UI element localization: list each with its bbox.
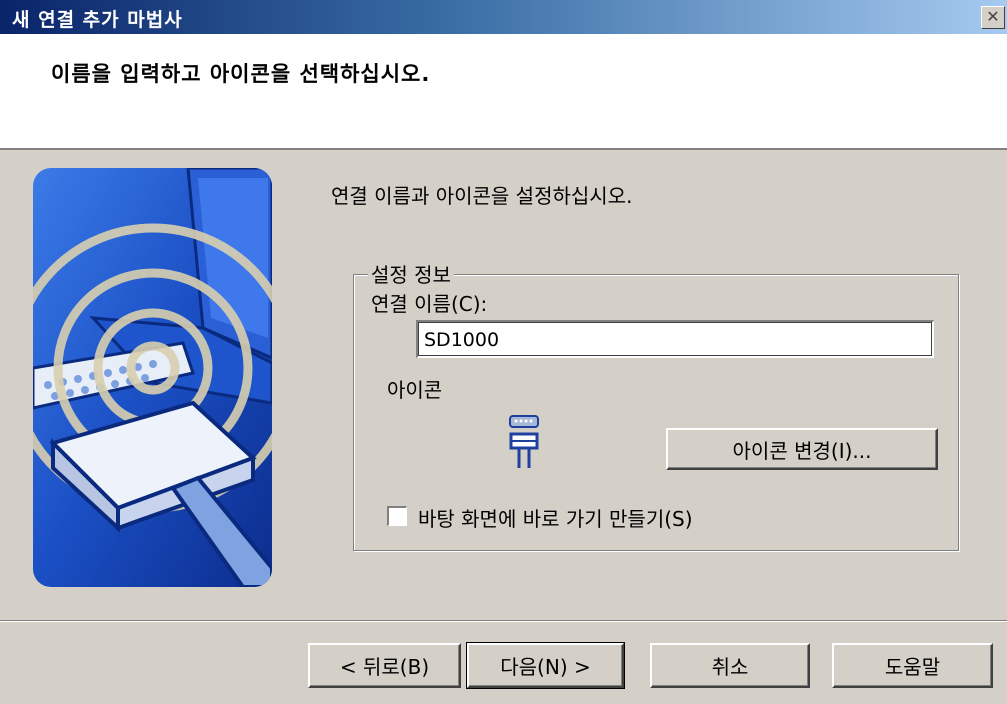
next-button[interactable]: 다음(N) >: [466, 642, 625, 689]
serial-connector-icon: [504, 414, 544, 470]
window-title: 새 연결 추가 마법사: [12, 9, 183, 31]
help-button-label: 도움말: [884, 655, 941, 679]
help-button[interactable]: 도움말: [832, 643, 993, 688]
title-bar[interactable]: 새 연결 추가 마법사 ✕: [0, 0, 1007, 34]
connection-name-input[interactable]: [416, 320, 934, 358]
back-button-label: < 뒤로(B): [339, 655, 430, 679]
cancel-button-label: 취소: [711, 655, 749, 679]
wizard-window: 새 연결 추가 마법사 ✕ 이름을 입력하고 아이콘을 선택하십시오. 연결 이…: [0, 0, 1007, 704]
change-icon-button-label: 아이콘 변경(I)...: [732, 438, 872, 463]
next-button-label: 다음(N) >: [500, 655, 591, 679]
desktop-shortcut-checkbox[interactable]: [387, 506, 407, 526]
wizard-illustration: [33, 168, 272, 587]
instruction-text: 연결 이름과 아이콘을 설정하십시오.: [331, 184, 633, 208]
change-icon-button[interactable]: 아이콘 변경(I)...: [666, 428, 938, 470]
page-title: 이름을 입력하고 아이콘을 선택하십시오.: [51, 62, 431, 86]
settings-group-title: 설정 정보: [368, 259, 454, 288]
wizard-header: 이름을 입력하고 아이콘을 선택하십시오.: [0, 34, 1007, 150]
close-button[interactable]: ✕: [981, 6, 1005, 29]
icon-label: 아이콘: [387, 378, 443, 402]
footer-separator: [0, 620, 1007, 622]
desktop-shortcut-label[interactable]: 바탕 화면에 바로 가기 만들기(S): [418, 503, 693, 532]
connection-name-label: 연결 이름(C):: [371, 292, 488, 316]
connection-illustration-icon: [33, 168, 272, 587]
cancel-button[interactable]: 취소: [650, 643, 810, 688]
close-icon: ✕: [986, 7, 1000, 26]
back-button[interactable]: < 뒤로(B): [308, 643, 461, 688]
